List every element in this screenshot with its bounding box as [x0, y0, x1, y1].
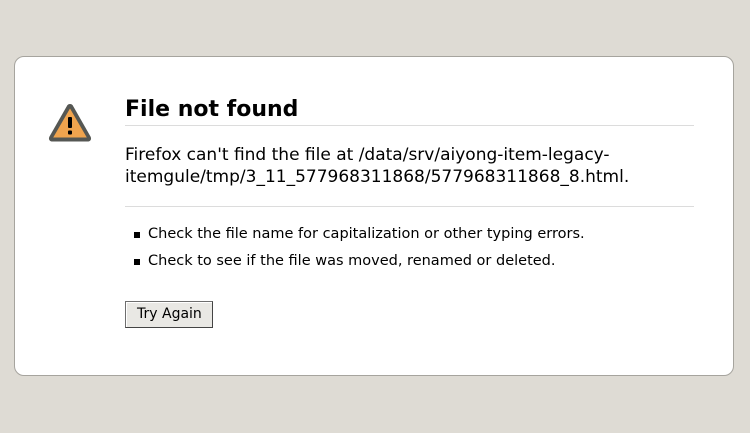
list-item: Check the file name for capitalization o… [125, 221, 694, 248]
bullet-icon [134, 232, 140, 238]
error-message: Firefox can't find the file at /data/srv… [125, 144, 694, 207]
suggestion-text: Check the file name for capitalization o… [148, 226, 585, 242]
try-again-button[interactable]: Try Again [125, 301, 213, 328]
error-content: File not found Firefox can't find the fi… [125, 97, 694, 328]
suggestions-list: Check the file name for capitalization o… [125, 221, 694, 275]
error-title: File not found [125, 97, 694, 126]
suggestion-text: Check to see if the file was moved, rena… [148, 253, 556, 269]
error-page-container: File not found Firefox can't find the fi… [14, 56, 734, 376]
list-item: Check to see if the file was moved, rena… [125, 248, 694, 275]
warning-triangle-icon [47, 101, 93, 145]
bullet-icon [134, 259, 140, 265]
